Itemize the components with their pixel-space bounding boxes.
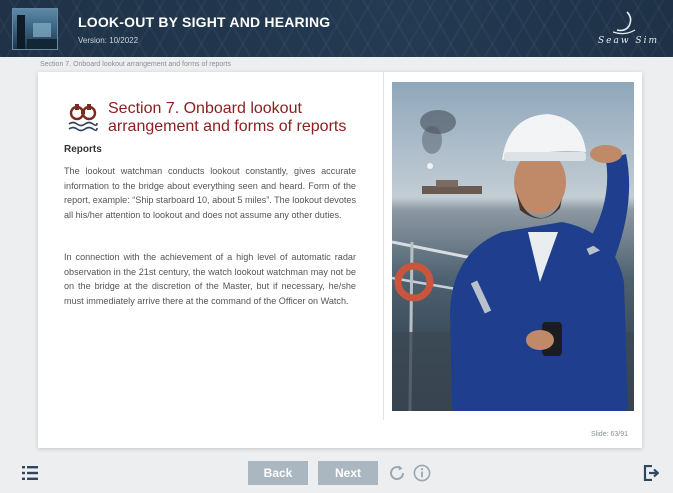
slide-number: Slide: 63/91 xyxy=(591,431,628,438)
reports-subheading: Reports xyxy=(64,144,102,155)
section-title: Section 7. Onboard lookout arrangement a… xyxy=(108,100,347,135)
course-thumbnail xyxy=(12,8,58,50)
course-version: Version: 10/2022 xyxy=(78,36,139,45)
paragraph-1: The lookout watchman conducts lookout co… xyxy=(64,166,357,220)
paragraph-2: In connection with the achievement of a … xyxy=(64,252,356,306)
column-divider xyxy=(383,72,384,420)
reload-icon[interactable] xyxy=(388,464,406,482)
exit-icon[interactable] xyxy=(643,465,659,481)
slide-card: Section 7. Onboard lookout arrangement a… xyxy=(38,72,642,448)
lookout-sailor-photo xyxy=(392,82,634,411)
next-button[interactable]: Next xyxy=(318,461,378,485)
header-bar: LOOK-OUT BY SIGHT AND HEARING Version: 1… xyxy=(0,0,673,57)
breadcrumb: Section 7. Onboard lookout arrangement a… xyxy=(40,61,232,68)
info-icon[interactable] xyxy=(413,464,431,482)
course-title: LOOK-OUT BY SIGHT AND HEARING xyxy=(78,14,331,30)
logo-text: Seaw Sim xyxy=(598,36,659,46)
menu-list-icon[interactable] xyxy=(22,466,38,480)
binoculars-icon xyxy=(68,104,98,132)
back-button[interactable]: Back xyxy=(248,461,308,485)
